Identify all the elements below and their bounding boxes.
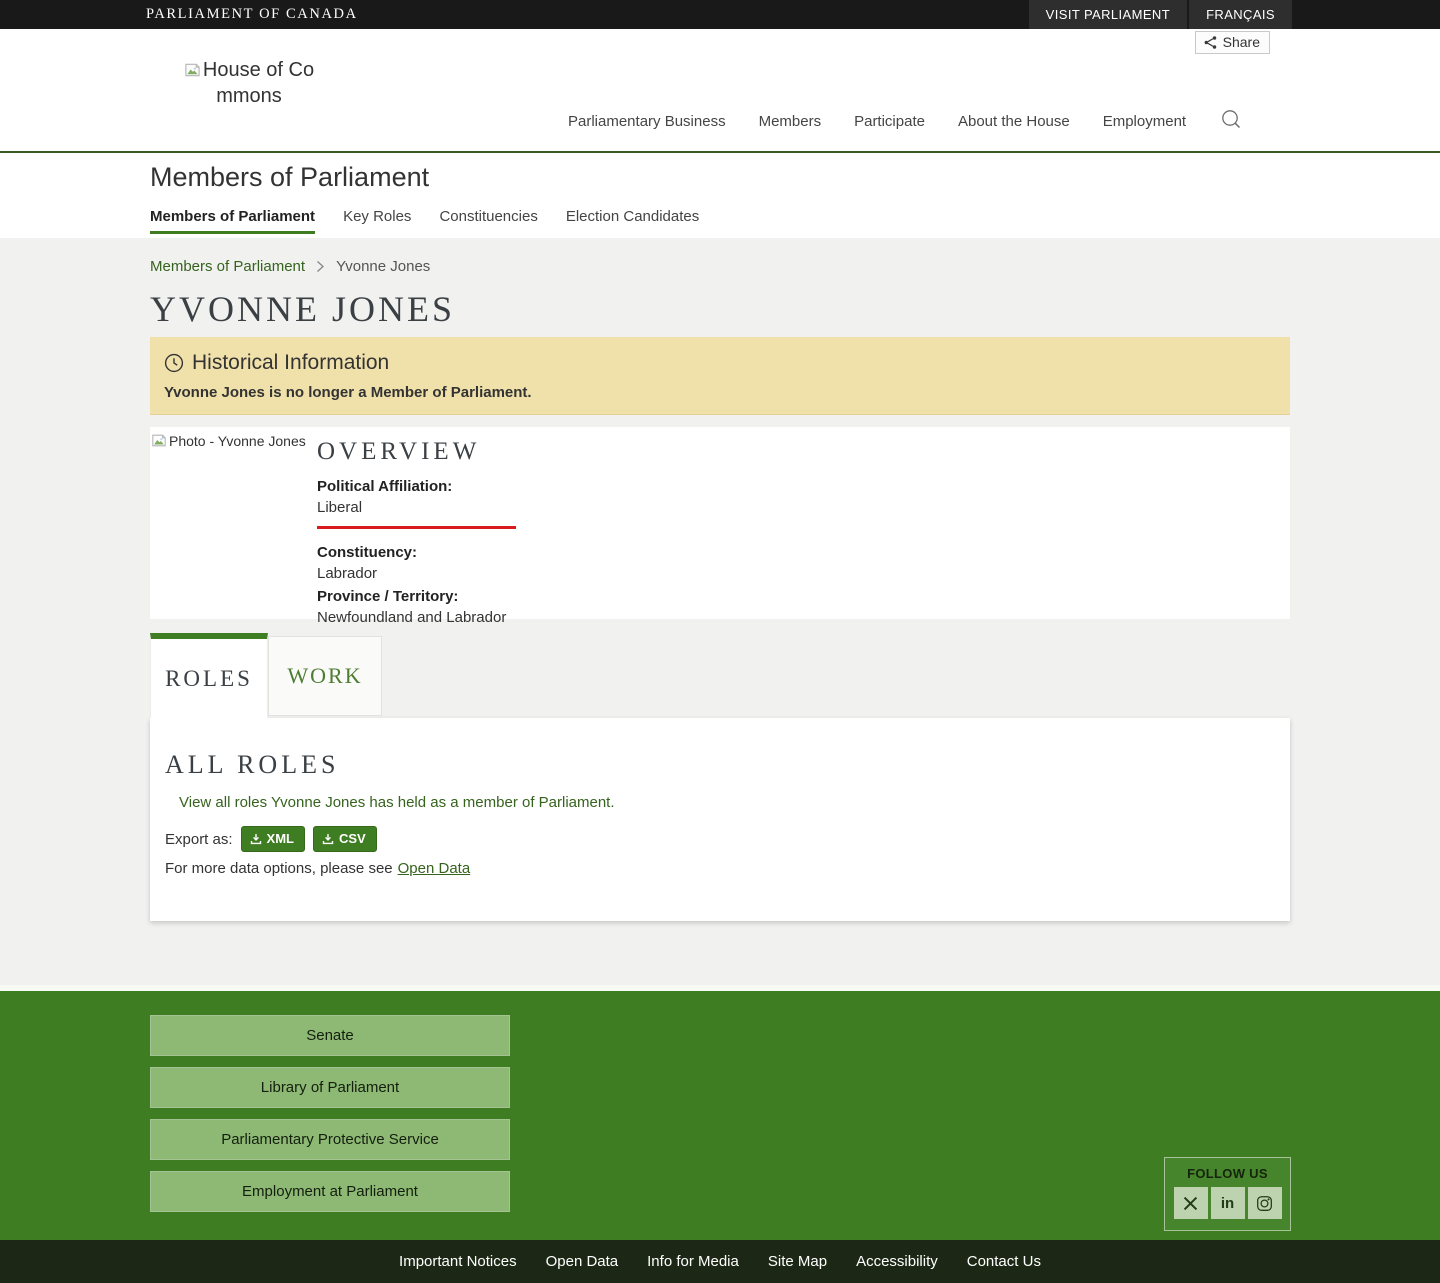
- province-territory-label: Province / Territory:: [317, 588, 1290, 605]
- nav-employment[interactable]: Employment: [1103, 113, 1186, 130]
- x-icon: [1182, 1195, 1199, 1212]
- nav-about-the-house[interactable]: About the House: [958, 113, 1070, 130]
- tab-roles[interactable]: ROLES: [150, 633, 268, 718]
- share-button[interactable]: Share: [1195, 31, 1270, 54]
- top-bar: PARLIAMENT OF CANADA VISIT PARLIAMENT FR…: [0, 0, 1440, 29]
- photo-alt-text: Photo - Yvonne Jones: [169, 433, 306, 449]
- follow-us-title: FOLLOW US: [1165, 1166, 1290, 1181]
- alert-title: Historical Information: [192, 351, 389, 375]
- export-csv-label: CSV: [339, 831, 366, 846]
- language-toggle-button[interactable]: FRANÇAIS: [1189, 0, 1292, 29]
- political-affiliation-label: Political Affiliation:: [317, 478, 1290, 495]
- instagram-button[interactable]: [1248, 1187, 1282, 1219]
- page-title: YVONNE JONES: [150, 291, 1290, 328]
- political-affiliation-value: Liberal: [317, 499, 1290, 516]
- historical-information-alert: Historical Information Yvonne Jones is n…: [150, 337, 1290, 415]
- main-content: Members of Parliament Yvonne Jones YVONN…: [0, 238, 1440, 985]
- link-important-notices[interactable]: Important Notices: [394, 1253, 522, 1270]
- all-roles-heading: ALL ROLES: [165, 750, 1290, 780]
- section-title: Members of Parliament: [150, 162, 1440, 193]
- link-open-data[interactable]: Open Data: [541, 1253, 624, 1270]
- export-csv-button[interactable]: CSV: [313, 826, 377, 852]
- overview-heading: OVERVIEW: [317, 438, 1290, 466]
- section-header: Members of Parliament Members of Parliam…: [0, 153, 1440, 238]
- linkedin-icon: in: [1221, 1195, 1234, 1212]
- search-icon[interactable]: [1220, 108, 1243, 134]
- nav-members[interactable]: Members: [759, 113, 822, 130]
- export-row: Export as: XML CSV: [165, 826, 1290, 852]
- footer-employment-at-parliament-button[interactable]: Employment at Parliament: [150, 1171, 510, 1212]
- footer-library-of-parliament-button[interactable]: Library of Parliament: [150, 1067, 510, 1108]
- footer-parliamentary-protective-service-button[interactable]: Parliamentary Protective Service: [150, 1119, 510, 1160]
- view-all-roles-link[interactable]: View all roles Yvonne Jones has held as …: [179, 794, 615, 811]
- party-color-underline: [317, 526, 516, 529]
- section-tabs: Members of Parliament Key Roles Constitu…: [150, 208, 1440, 234]
- breadcrumb-members-of-parliament[interactable]: Members of Parliament: [150, 258, 305, 275]
- site-footer: Senate Library of Parliament Parliamenta…: [0, 985, 1440, 1240]
- bottom-links-bar: Important Notices Open Data Info for Med…: [0, 1240, 1440, 1283]
- tab-constituencies[interactable]: Constituencies: [439, 208, 537, 234]
- province-territory-value: Newfoundland and Labrador: [317, 609, 1290, 626]
- more-data-text: For more data options, please see: [165, 860, 393, 877]
- follow-us-box: FOLLOW US in: [1164, 1157, 1291, 1231]
- tab-key-roles[interactable]: Key Roles: [343, 208, 411, 234]
- footer-senate-button[interactable]: Senate: [150, 1015, 510, 1056]
- site-header: Share House of Commons Parliamentary Bus…: [0, 29, 1440, 153]
- main-navigation: Parliamentary Business Members Participa…: [568, 108, 1243, 134]
- x-twitter-button[interactable]: [1174, 1187, 1208, 1219]
- breadcrumb-current: Yvonne Jones: [336, 258, 430, 275]
- chevron-right-icon: [316, 260, 325, 273]
- open-data-link[interactable]: Open Data: [398, 860, 471, 877]
- link-contact-us[interactable]: Contact Us: [962, 1253, 1046, 1270]
- breadcrumb: Members of Parliament Yvonne Jones: [150, 258, 1290, 275]
- share-icon: [1203, 35, 1218, 50]
- house-of-commons-logo[interactable]: House of Commons: [178, 58, 320, 109]
- member-photo-placeholder: Photo - Yvonne Jones: [151, 433, 306, 451]
- download-icon: [250, 833, 262, 845]
- export-xml-button[interactable]: XML: [241, 826, 305, 852]
- broken-image-icon: [184, 58, 203, 84]
- export-as-label: Export as:: [165, 831, 233, 848]
- alert-message: Yvonne Jones is no longer a Member of Pa…: [164, 384, 1276, 401]
- alert-header: Historical Information: [164, 351, 1276, 375]
- link-site-map[interactable]: Site Map: [763, 1253, 832, 1270]
- constituency-label: Constituency:: [317, 544, 1290, 561]
- social-icons-row: in: [1165, 1187, 1290, 1219]
- constituency-value: Labrador: [317, 565, 1290, 582]
- tab-members-of-parliament[interactable]: Members of Parliament: [150, 208, 315, 234]
- share-button-label: Share: [1223, 34, 1260, 50]
- download-icon: [322, 833, 334, 845]
- clock-icon: [164, 353, 184, 373]
- instagram-icon: [1256, 1195, 1273, 1212]
- nav-parliamentary-business[interactable]: Parliamentary Business: [568, 113, 726, 130]
- tab-election-candidates[interactable]: Election Candidates: [566, 208, 699, 234]
- export-xml-label: XML: [267, 831, 294, 846]
- visit-parliament-button[interactable]: VISIT PARLIAMENT: [1029, 0, 1187, 29]
- linkedin-button[interactable]: in: [1211, 1187, 1245, 1219]
- top-bar-buttons: VISIT PARLIAMENT FRANÇAIS: [1029, 0, 1292, 29]
- nav-participate[interactable]: Participate: [854, 113, 925, 130]
- more-data-row: For more data options, please see Open Da…: [165, 860, 1290, 877]
- overview-body: OVERVIEW Political Affiliation: Liberal …: [317, 427, 1290, 626]
- broken-image-icon: [151, 433, 167, 451]
- logo-alt-text: House of Commons: [203, 59, 314, 107]
- link-accessibility[interactable]: Accessibility: [851, 1253, 943, 1270]
- link-info-for-media[interactable]: Info for Media: [642, 1253, 744, 1270]
- roles-panel: ALL ROLES View all roles Yvonne Jones ha…: [150, 718, 1290, 921]
- parliament-of-canada-link[interactable]: PARLIAMENT OF CANADA: [0, 0, 358, 29]
- overview-card: Photo - Yvonne Jones OVERVIEW Political …: [150, 427, 1290, 619]
- content-tabs: ROLES WORK: [150, 633, 1290, 718]
- tab-work[interactable]: WORK: [268, 636, 382, 716]
